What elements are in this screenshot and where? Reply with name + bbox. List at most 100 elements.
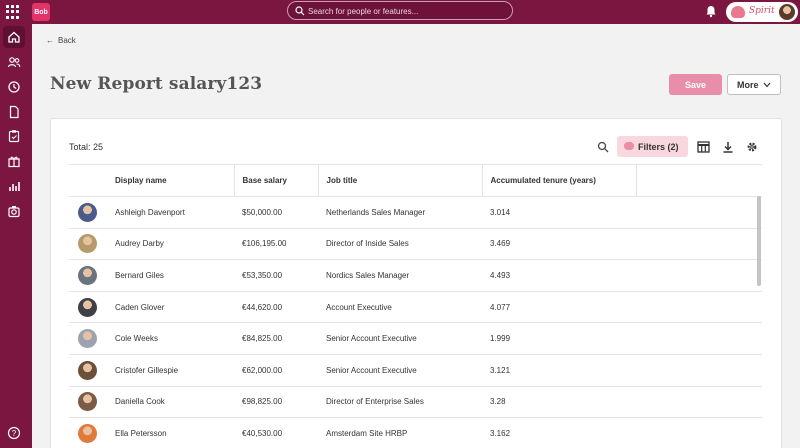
column-header-job-title[interactable]: Job title [318, 164, 483, 197]
job-title-cell: Netherlands Sales Manager [318, 196, 482, 229]
empty-cell [636, 228, 762, 261]
back-link[interactable]: ← Back [46, 36, 76, 45]
job-title-cell: Director of Enterprise Sales [318, 386, 482, 419]
display-name-cell[interactable]: Audrey Darby [107, 228, 234, 261]
avatar[interactable] [78, 297, 97, 317]
filters-label: Filters (2) [638, 141, 679, 152]
search-input[interactable] [308, 4, 498, 18]
avatar[interactable] [78, 234, 97, 254]
empty-cell [636, 417, 762, 448]
avatar-cell [69, 354, 107, 387]
tenure-cell: 1.999 [482, 322, 636, 355]
download-icon[interactable] [722, 141, 734, 153]
app-logo[interactable]: Bob [32, 3, 50, 21]
search-icon[interactable] [597, 141, 609, 153]
avatar[interactable] [78, 360, 97, 380]
table-row[interactable]: Cole Weeks €84,825.00 Senior Account Execu… [69, 322, 762, 355]
empty-column-header [636, 164, 762, 197]
global-search[interactable] [287, 1, 513, 20]
table-row[interactable]: Bernard Giles €53,350.00 Nordics Sales Man… [69, 259, 762, 292]
company-name: Spirit [749, 6, 775, 16]
table-header-row: Display name Base salary Job title Accum… [69, 164, 762, 197]
empty-cell [636, 259, 762, 292]
table-row[interactable]: Caden Glover €44,620.00 Account Executive 4… [69, 291, 762, 324]
gear-icon[interactable] [746, 141, 758, 153]
table-row[interactable]: Ashleigh Davenport $50,000.00 Netherlands … [69, 196, 762, 229]
column-header-base-salary[interactable]: Base salary [234, 164, 319, 197]
display-name-cell[interactable]: Daniella Cook [107, 386, 234, 419]
display-name-cell[interactable]: Ashleigh Davenport [107, 196, 234, 229]
avatar[interactable] [78, 392, 97, 412]
column-header-tenure[interactable]: Accumulated tenure (years) [482, 164, 637, 197]
display-name-cell[interactable]: Cristofer Gillespie [107, 354, 234, 387]
clock-icon[interactable] [7, 80, 21, 94]
company-switcher[interactable]: Spirit [726, 2, 798, 22]
job-title-cell: Account Executive [318, 291, 482, 324]
more-button[interactable]: More [727, 74, 781, 95]
sidebar [0, 24, 32, 448]
empty-cell [636, 354, 762, 387]
empty-cell [636, 196, 762, 229]
tenure-cell: 3.121 [482, 354, 636, 387]
save-button[interactable]: Save [669, 74, 722, 95]
base-salary-cell: €98,825.00 [234, 386, 318, 419]
back-label: Back [58, 36, 76, 45]
avatar-cell [69, 322, 107, 355]
chart-icon[interactable] [7, 179, 21, 193]
document-icon[interactable] [7, 105, 21, 119]
avatar-cell [69, 196, 107, 229]
svg-text:?: ? [12, 429, 17, 438]
table-row[interactable]: Daniella Cook €98,825.00 Director of Enter… [69, 386, 762, 419]
avatar-column-header [69, 164, 107, 197]
tenure-cell: 3.469 [482, 228, 636, 261]
avatar-cell [69, 259, 107, 292]
job-title-cell: Senior Account Executive [318, 354, 482, 387]
table-scrollbar[interactable] [757, 196, 761, 286]
chevron-down-icon [763, 82, 771, 88]
tenure-cell: 3.162 [482, 417, 636, 448]
help-icon[interactable]: ? [7, 426, 21, 440]
avatar-cell [69, 291, 107, 324]
apps-grid-icon[interactable] [6, 5, 20, 19]
tenure-cell: 4.077 [482, 291, 636, 324]
column-header-display-name[interactable]: Display name [107, 164, 235, 197]
display-name-cell[interactable]: Ella Petersson [107, 417, 234, 448]
home-icon[interactable] [3, 26, 25, 48]
avatar[interactable] [78, 265, 97, 285]
report-table: Display name Base salary Job title Accum… [69, 164, 762, 448]
avatar[interactable] [78, 423, 97, 443]
bell-icon[interactable] [704, 4, 718, 18]
page-title: New Report salary123 [50, 74, 263, 94]
more-label: More [737, 79, 759, 90]
avatar-cell [69, 417, 107, 448]
camera-icon[interactable] [7, 204, 21, 218]
filters-button[interactable]: Filters (2) [617, 136, 688, 157]
base-salary-cell: €106,195.00 [234, 228, 318, 261]
display-name-cell[interactable]: Bernard Giles [107, 259, 234, 292]
job-title-cell: Amsterdam Site HRBP [318, 417, 482, 448]
base-salary-cell: €62,000.00 [234, 354, 318, 387]
company-logo-icon [731, 6, 745, 18]
table-row[interactable]: Audrey Darby €106,195.00 Director of Insid… [69, 228, 762, 261]
display-name-cell[interactable]: Cole Weeks [107, 322, 234, 355]
job-title-cell: Nordics Sales Manager [318, 259, 482, 292]
tenure-cell: 3.28 [482, 386, 636, 419]
base-salary-cell: €53,350.00 [234, 259, 318, 292]
top-bar: Bob Spirit [0, 0, 800, 24]
base-salary-cell: €44,620.00 [234, 291, 318, 324]
avatar-cell [69, 228, 107, 261]
display-name-cell[interactable]: Caden Glover [107, 291, 234, 324]
avatar[interactable] [78, 329, 97, 349]
gift-icon[interactable] [7, 154, 21, 168]
user-avatar[interactable] [779, 4, 795, 20]
search-icon [295, 6, 305, 16]
people-icon[interactable] [7, 55, 21, 69]
base-salary-cell: €40,530.00 [234, 417, 318, 448]
clipboard-icon[interactable] [7, 129, 21, 143]
columns-icon[interactable] [697, 141, 710, 153]
empty-cell [636, 322, 762, 355]
avatar[interactable] [78, 202, 97, 222]
table-row[interactable]: Cristofer Gillespie €62,000.00 Senior Acco… [69, 354, 762, 387]
total-count: Total: 25 [69, 142, 104, 152]
table-row[interactable]: Ella Petersson €40,530.00 Amsterdam Site H… [69, 417, 762, 448]
